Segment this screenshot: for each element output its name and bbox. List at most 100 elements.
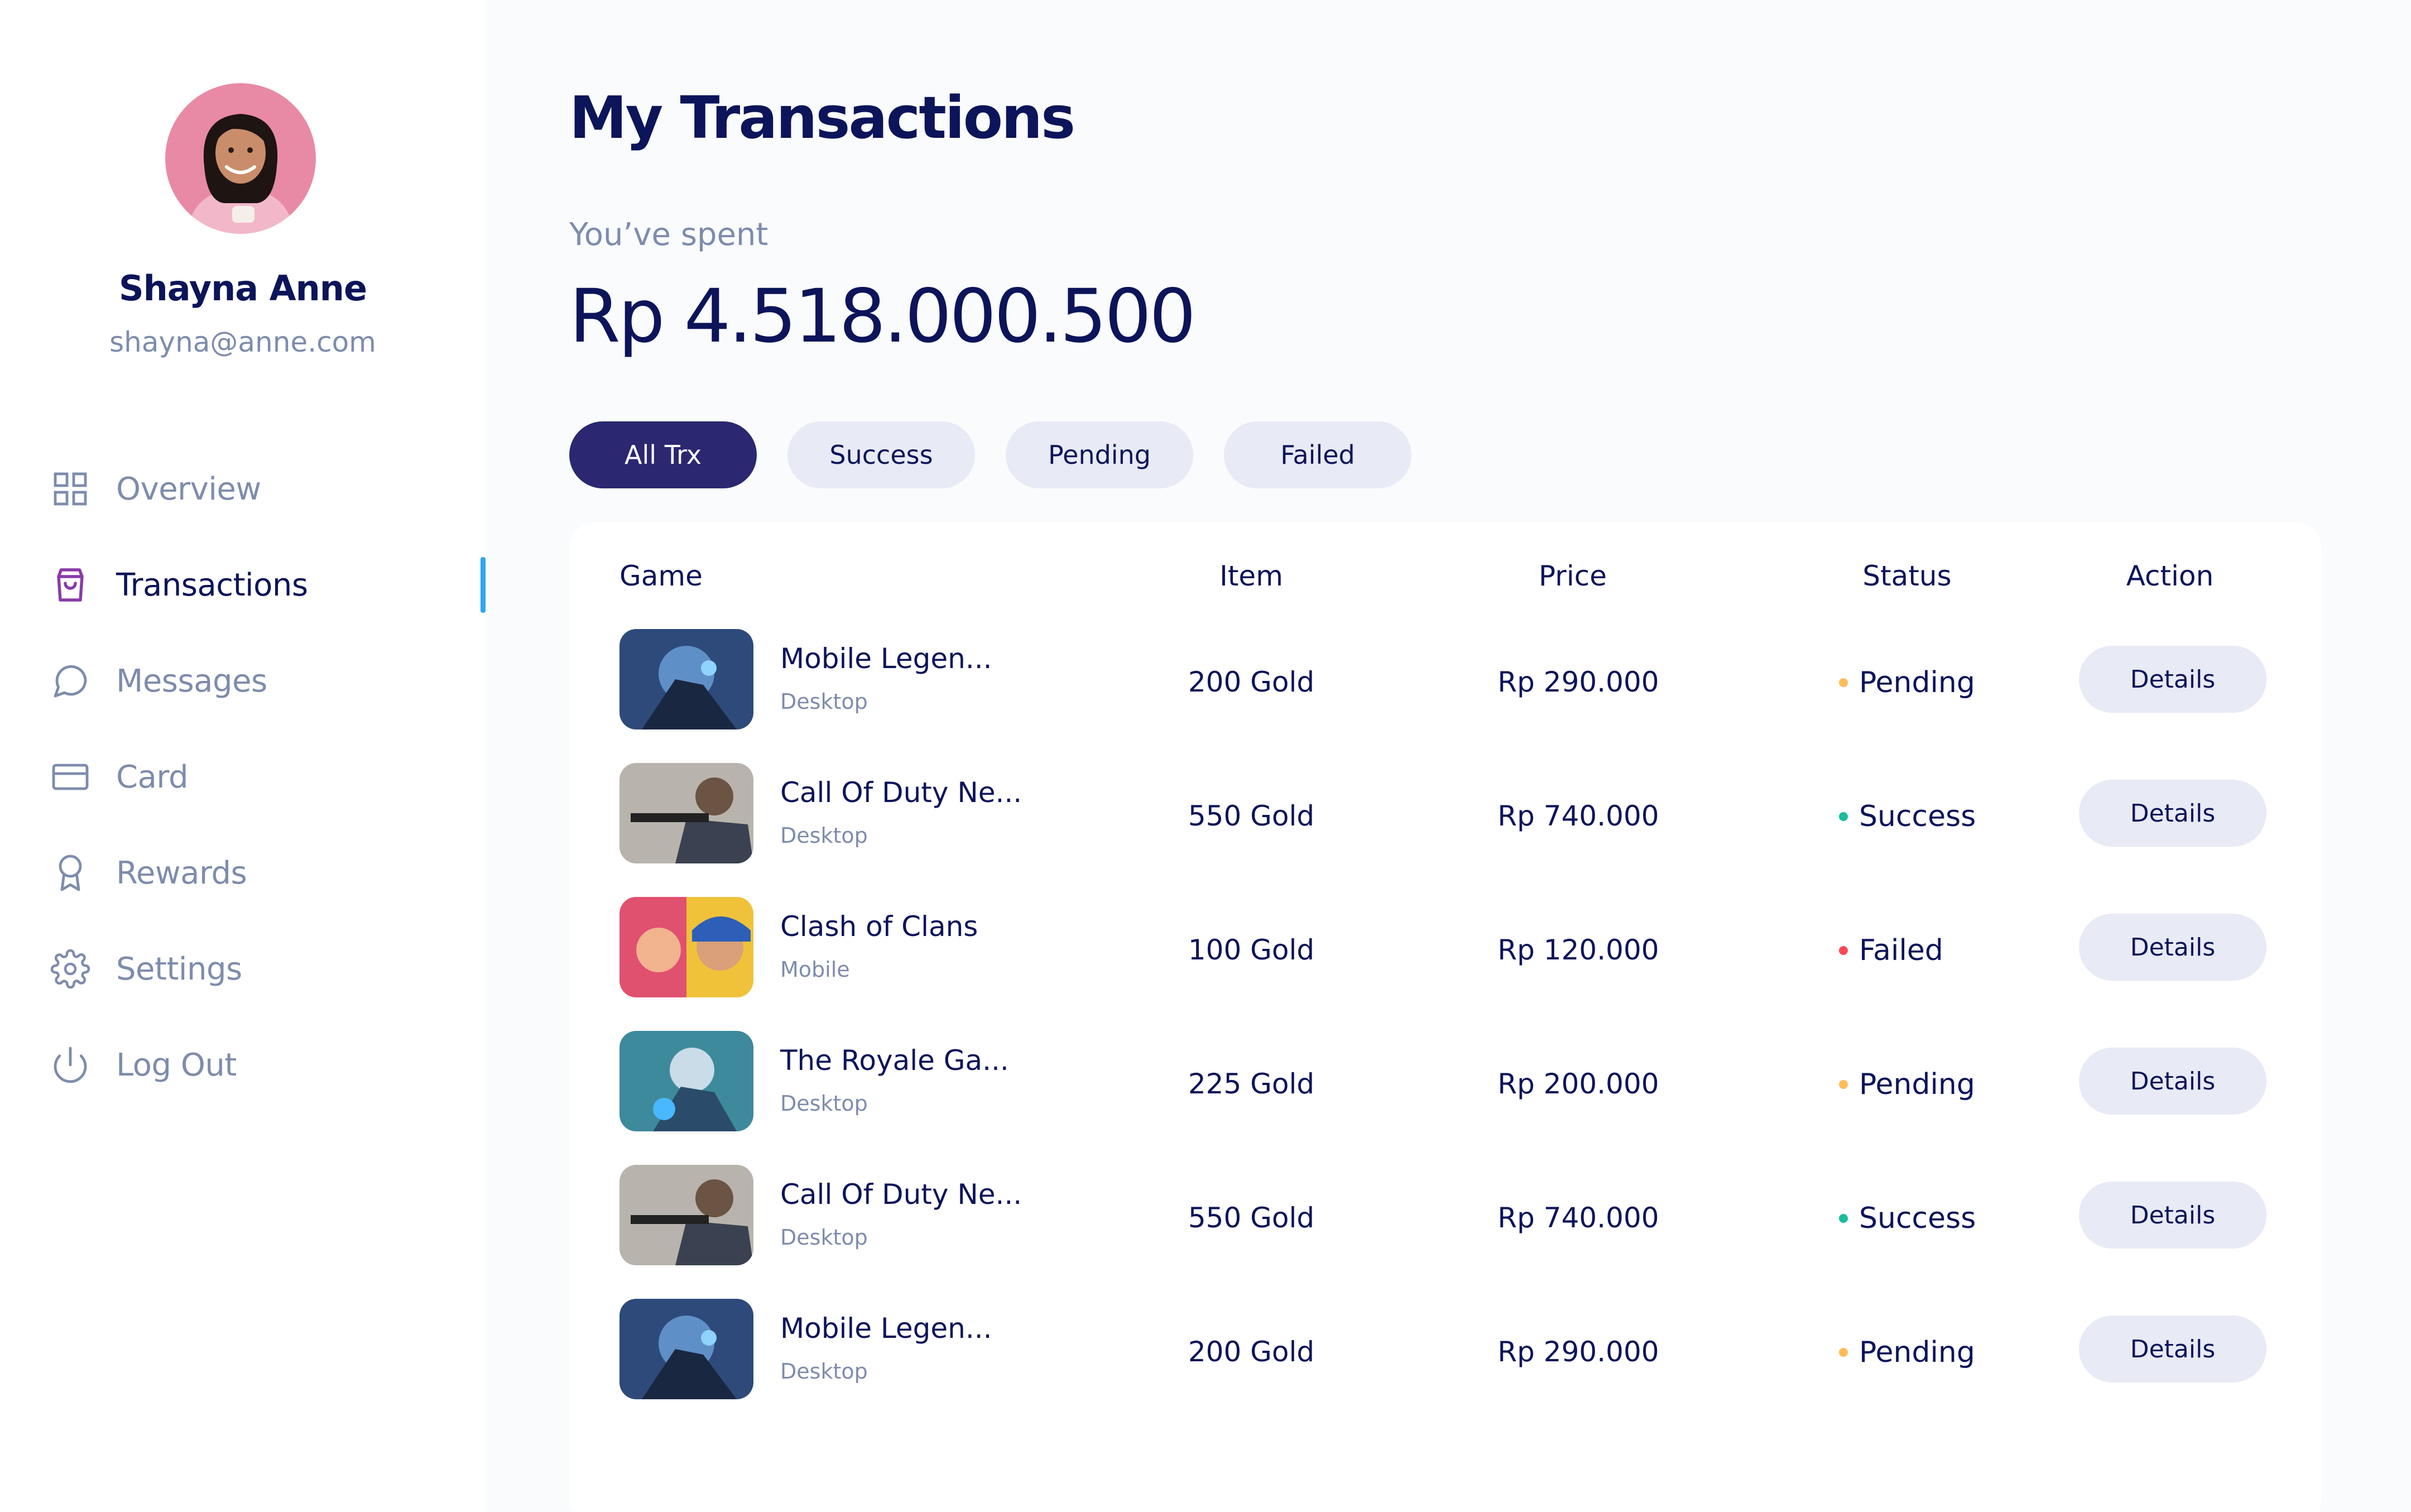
status-badge: Success [1839, 1202, 1976, 1235]
status-label: Pending [1859, 666, 1975, 699]
filter-tabs: All Trx Success Pending Failed [569, 421, 1442, 488]
price-cell: Rp 120.000 [1497, 934, 1659, 966]
price-cell: Rp 200.000 [1497, 1068, 1659, 1100]
price-cell: Rp 740.000 [1497, 800, 1659, 832]
price-cell: Rp 290.000 [1497, 1336, 1659, 1368]
status-dot [1839, 1080, 1848, 1089]
game-name: Clash of Clans [780, 910, 978, 943]
sidebar-item-transactions[interactable]: Transactions [0, 537, 486, 633]
game-platform: Desktop [780, 1359, 868, 1384]
status-label: Failed [1859, 934, 1943, 967]
avatar[interactable] [165, 83, 316, 234]
price-cell: Rp 740.000 [1497, 1202, 1659, 1234]
game-thumbnail [619, 1165, 753, 1265]
details-button[interactable]: Details [2079, 780, 2266, 847]
game-thumbnail [619, 897, 753, 997]
filter-success[interactable]: Success [787, 421, 975, 488]
sidebar-item-label: Transactions [116, 567, 308, 603]
column-header-action: Action [2126, 560, 2214, 592]
game-platform: Desktop [780, 689, 868, 714]
game-name: Mobile Legen... [780, 642, 992, 675]
table-row: The Royale Ga... Desktop 225 Gold Rp 200… [569, 1031, 2322, 1131]
game-platform: Desktop [780, 1225, 868, 1250]
status-dot [1839, 678, 1848, 687]
profile-name: Shayna Anne [118, 268, 367, 309]
credit-card-icon [50, 757, 90, 797]
game-thumbnail [619, 1299, 753, 1399]
sidebar-item-label: Settings [116, 951, 242, 987]
game-name: Call Of Duty Ne... [780, 776, 1022, 809]
game-thumbnail [619, 763, 753, 863]
item-cell: 200 Gold [1188, 1336, 1315, 1368]
status-label: Pending [1859, 1336, 1975, 1369]
status-badge: Success [1839, 800, 1976, 833]
message-icon [50, 661, 90, 701]
active-indicator [481, 557, 486, 613]
sidebar-item-overview[interactable]: Overview [0, 441, 486, 537]
column-header-item: Item [1219, 560, 1283, 592]
sidebar-item-messages[interactable]: Messages [0, 633, 486, 729]
item-cell: 550 Gold [1188, 800, 1315, 832]
details-button[interactable]: Details [2079, 646, 2266, 713]
status-badge: Pending [1839, 666, 1975, 699]
details-button[interactable]: Details [2079, 1048, 2266, 1115]
column-header-game: Game [619, 560, 703, 592]
app: Shayna Anne shayna@anne.com Overview Tra… [0, 0, 2411, 1512]
game-name: Mobile Legen... [780, 1312, 992, 1345]
game-platform: Desktop [780, 823, 868, 848]
item-cell: 100 Gold [1188, 934, 1315, 966]
sidebar-item-label: Card [116, 759, 189, 795]
spent-label: You’ve spent [569, 217, 769, 253]
grid-icon [50, 469, 90, 509]
award-icon [50, 853, 90, 893]
details-button[interactable]: Details [2079, 1316, 2266, 1383]
price-cell: Rp 290.000 [1497, 666, 1659, 698]
status-label: Pending [1859, 1068, 1975, 1101]
filter-pending[interactable]: Pending [1006, 421, 1193, 488]
game-platform: Mobile [780, 957, 850, 982]
game-name: Call Of Duty Ne... [780, 1178, 1022, 1211]
game-thumbnail [619, 1031, 753, 1131]
table-row: Call Of Duty Ne... Desktop 550 Gold Rp 7… [569, 763, 2322, 863]
status-badge: Pending [1839, 1336, 1975, 1369]
status-badge: Failed [1839, 934, 1943, 967]
item-cell: 225 Gold [1188, 1068, 1315, 1100]
status-badge: Pending [1839, 1068, 1975, 1101]
sidebar-item-settings[interactable]: Settings [0, 921, 486, 1017]
sidebar-item-label: Rewards [116, 855, 247, 891]
gear-icon [50, 949, 90, 989]
sidebar-item-logout[interactable]: Log Out [0, 1017, 486, 1113]
sidebar: Shayna Anne shayna@anne.com Overview Tra… [0, 0, 486, 1512]
details-button[interactable]: Details [2079, 1182, 2266, 1249]
status-label: Success [1859, 1202, 1976, 1235]
main-content: My Transactions You’ve spent Rp 4.518.00… [569, 0, 2378, 1512]
table-row: Mobile Legen... Desktop 200 Gold Rp 290.… [569, 629, 2322, 729]
filter-failed[interactable]: Failed [1224, 421, 1411, 488]
sidebar-item-label: Messages [116, 663, 267, 699]
sidebar-item-label: Log Out [116, 1047, 237, 1083]
filter-all-trx[interactable]: All Trx [569, 421, 757, 488]
column-header-status: Status [1862, 560, 1952, 592]
status-label: Success [1859, 800, 1976, 833]
status-dot [1839, 812, 1848, 821]
sidebar-item-card[interactable]: Card [0, 729, 486, 825]
status-dot [1839, 1214, 1848, 1223]
sidebar-item-label: Overview [116, 471, 261, 507]
game-platform: Desktop [780, 1091, 868, 1116]
profile-email: shayna@anne.com [109, 326, 376, 358]
column-header-price: Price [1539, 560, 1607, 592]
page-title: My Transactions [569, 84, 1075, 152]
spent-amount: Rp 4.518.000.500 [569, 273, 1196, 359]
table-row: Clash of Clans Mobile 100 Gold Rp 120.00… [569, 897, 2322, 997]
game-name: The Royale Ga... [780, 1044, 1009, 1077]
details-button[interactable]: Details [2079, 914, 2266, 981]
sidebar-nav: Overview Transactions Messages Card Rewa… [0, 441, 486, 1113]
table-row: Mobile Legen... Desktop 200 Gold Rp 290.… [569, 1299, 2322, 1399]
table-row: Call Of Duty Ne... Desktop 550 Gold Rp 7… [569, 1165, 2322, 1265]
transactions-table: Game Item Price Status Action Mobile Leg… [569, 522, 2322, 1512]
item-cell: 200 Gold [1188, 666, 1315, 698]
shopping-bag-icon [50, 565, 90, 605]
sidebar-item-rewards[interactable]: Rewards [0, 825, 486, 921]
status-dot [1839, 1348, 1848, 1357]
game-thumbnail [619, 629, 753, 729]
